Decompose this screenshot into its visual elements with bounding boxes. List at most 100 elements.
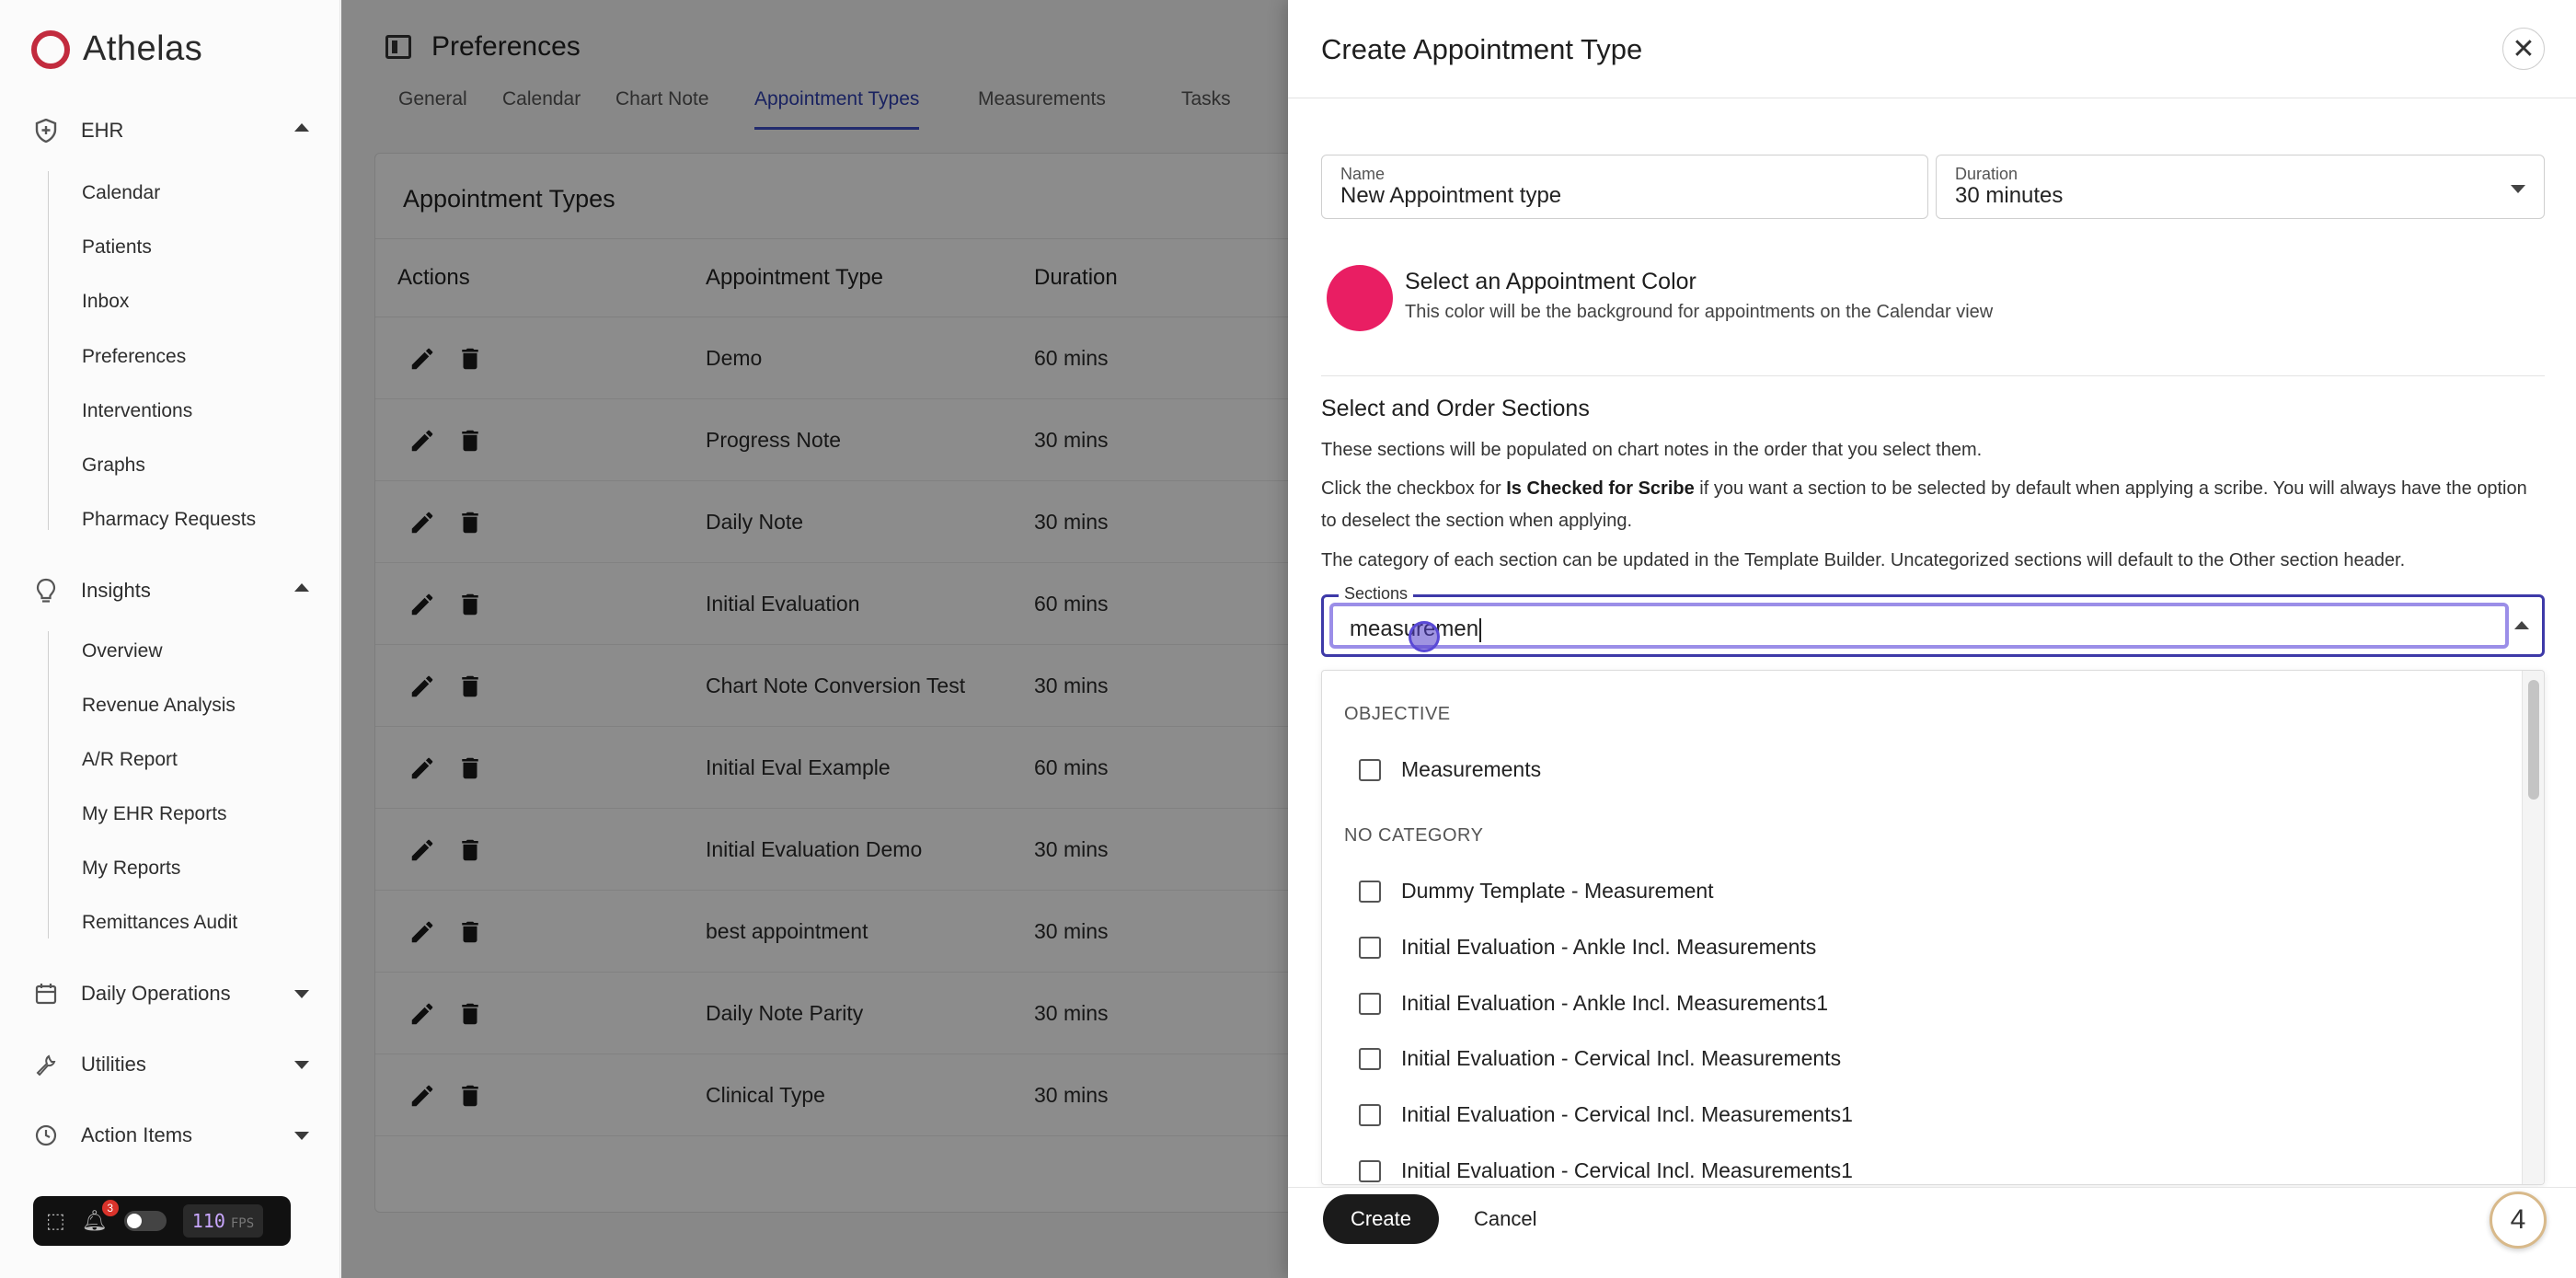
nav-group-label: Utilities xyxy=(81,1053,146,1076)
chevron-down-icon xyxy=(294,990,309,998)
option-label: Initial Evaluation - Ankle Incl. Measure… xyxy=(1401,935,1817,959)
cancel-button[interactable]: Cancel xyxy=(1474,1194,1536,1244)
dev-toggle[interactable] xyxy=(123,1211,167,1231)
sections-label: Sections xyxy=(1339,584,1414,604)
option-label: Initial Evaluation - Cervical Incl. Meas… xyxy=(1401,1046,1842,1070)
chevron-up-icon xyxy=(294,583,309,592)
appointment-color-swatch[interactable] xyxy=(1327,265,1393,331)
scrollbar-thumb[interactable] xyxy=(2528,680,2539,800)
sidebar-item-interventions[interactable]: Interventions xyxy=(82,400,192,422)
chevron-up-icon[interactable] xyxy=(2514,621,2529,629)
notification-badge: 3 xyxy=(101,1200,119,1216)
help-bubble[interactable]: 4 xyxy=(2490,1192,2547,1249)
list-item[interactable]: Measurements xyxy=(1359,757,1541,782)
color-picker-description: This color will be the background for ap… xyxy=(1405,302,1994,322)
create-appointment-type-drawer: Create Appointment Type ✕ Name New Appoi… xyxy=(1288,0,2576,1278)
select-element-icon[interactable]: ⬚ xyxy=(46,1209,65,1233)
option-label: Initial Evaluation - Cervical Incl. Meas… xyxy=(1401,1102,1853,1126)
nav-group-insights[interactable]: Insights xyxy=(33,578,309,604)
chevron-down-icon xyxy=(294,1061,309,1069)
chevron-down-icon xyxy=(294,1132,309,1140)
sections-help-3: The category of each section can be upda… xyxy=(1321,550,2406,570)
list-item[interactable]: Initial Evaluation - Cervical Incl. Meas… xyxy=(1359,1046,1841,1071)
sidebar-item-preferences[interactable]: Preferences xyxy=(82,346,186,368)
nav-group-utilities[interactable]: Utilities xyxy=(33,1052,309,1077)
scrollbar[interactable] xyxy=(2522,671,2544,1184)
checkbox[interactable] xyxy=(1359,936,1381,959)
category-header-no-category: NO CATEGORY xyxy=(1344,825,1484,846)
name-field-label: Name xyxy=(1340,165,1386,184)
fps-value: 110 xyxy=(191,1210,225,1232)
help-2-bold: Is Checked for Scribe xyxy=(1506,478,1695,499)
dev-toolbar: ⬚ 🔔︎ 3 110 FPS xyxy=(33,1196,291,1246)
checkbox[interactable] xyxy=(1359,1103,1381,1126)
duration-select[interactable]: Duration 30 minutes xyxy=(1936,155,2545,219)
drawer-title: Create Appointment Type xyxy=(1321,33,1643,65)
shield-icon xyxy=(33,118,59,144)
nav-group-label: Daily Operations xyxy=(81,982,231,1005)
wrench-icon xyxy=(33,1052,59,1077)
sections-listbox: OBJECTIVE Measurements NO CATEGORY Dummy… xyxy=(1321,670,2545,1185)
nav-group-label: Insights xyxy=(81,579,151,602)
app-name: Athelas xyxy=(83,29,203,68)
help-2-pre: Click the checkbox for xyxy=(1321,478,1507,499)
nav-group-ehr[interactable]: EHR xyxy=(33,118,309,144)
sidebar-item-my-ehr-reports[interactable]: My EHR Reports xyxy=(82,803,227,825)
fps-counter: 110 FPS xyxy=(182,1204,264,1238)
list-item[interactable]: Initial Evaluation - Cervical Incl. Meas… xyxy=(1359,1158,1853,1183)
name-field[interactable]: Name New Appointment type xyxy=(1321,155,1928,219)
checkbox[interactable] xyxy=(1359,1159,1381,1182)
sidebar-item-calendar[interactable]: Calendar xyxy=(82,182,160,204)
duration-select-value: 30 minutes xyxy=(1955,183,2064,208)
option-label: Measurements xyxy=(1401,757,1542,781)
sidebar-item-remittances-audit[interactable]: Remittances Audit xyxy=(82,912,237,934)
list-item[interactable]: Initial Evaluation - Ankle Incl. Measure… xyxy=(1359,935,1816,960)
option-label: Initial Evaluation - Ankle Incl. Measure… xyxy=(1401,991,1829,1015)
duration-select-label: Duration xyxy=(1955,165,2018,184)
option-label: Dummy Template - Measurement xyxy=(1401,879,1714,903)
clock-icon xyxy=(33,1123,59,1148)
pointer-cursor xyxy=(1409,621,1440,652)
list-item[interactable]: Initial Evaluation - Ankle Incl. Measure… xyxy=(1359,991,1828,1016)
fps-unit: FPS xyxy=(230,1216,255,1231)
close-icon[interactable]: ✕ xyxy=(2502,28,2545,70)
sidebar-item-my-reports[interactable]: My Reports xyxy=(82,858,180,880)
checkbox[interactable] xyxy=(1359,758,1381,781)
calendar-icon xyxy=(33,981,59,1007)
nav-group-daily-operations[interactable]: Daily Operations xyxy=(33,981,309,1007)
sections-autocomplete[interactable]: Sections measuremen xyxy=(1321,584,2545,657)
checkbox[interactable] xyxy=(1359,880,1381,903)
nav-group-action-items[interactable]: Action Items xyxy=(33,1123,309,1148)
chevron-up-icon xyxy=(294,123,309,132)
app-logo[interactable]: Athelas xyxy=(31,29,202,69)
sections-heading: Select and Order Sections xyxy=(1321,396,1590,421)
sidebar-item-pharmacy-requests[interactable]: Pharmacy Requests xyxy=(82,509,256,531)
divider xyxy=(1321,375,2545,376)
checkbox[interactable] xyxy=(1359,992,1381,1015)
category-header-objective: OBJECTIVE xyxy=(1344,704,1451,724)
ehr-submenu: Calendar Patients Inbox Preferences Inte… xyxy=(48,171,256,530)
sidebar-item-overview[interactable]: Overview xyxy=(82,640,163,662)
sections-search-input[interactable]: measuremen xyxy=(1329,603,2509,652)
sidebar: Athelas EHR Calendar Patients Inbox Pref… xyxy=(0,0,340,1278)
insights-submenu: Overview Revenue Analysis A/R Report My … xyxy=(48,631,237,938)
list-item[interactable]: Initial Evaluation - Cervical Incl. Meas… xyxy=(1359,1102,1853,1127)
nav-group-label: Action Items xyxy=(81,1123,193,1146)
color-picker-title: Select an Appointment Color xyxy=(1405,269,1696,294)
option-label: Initial Evaluation - Cervical Incl. Meas… xyxy=(1401,1158,1853,1182)
chevron-down-icon xyxy=(2511,185,2525,193)
sections-help-2: Click the checkbox for Is Checked for Sc… xyxy=(1321,473,2545,537)
sidebar-item-revenue-analysis[interactable]: Revenue Analysis xyxy=(82,695,236,717)
checkbox[interactable] xyxy=(1359,1047,1381,1070)
lightbulb-icon xyxy=(33,578,59,604)
sidebar-item-ar-report[interactable]: A/R Report xyxy=(82,749,178,771)
create-button[interactable]: Create xyxy=(1323,1194,1439,1244)
sidebar-item-inbox[interactable]: Inbox xyxy=(82,291,129,313)
nav-group-label: EHR xyxy=(81,119,124,142)
name-field-value[interactable]: New Appointment type xyxy=(1340,183,1561,209)
logo-ring-icon xyxy=(31,29,70,69)
sidebar-item-graphs[interactable]: Graphs xyxy=(82,455,145,477)
list-item[interactable]: Dummy Template - Measurement xyxy=(1359,879,1714,904)
bell-icon[interactable]: 🔔︎ 3 xyxy=(82,1200,119,1233)
sidebar-item-patients[interactable]: Patients xyxy=(82,236,152,259)
